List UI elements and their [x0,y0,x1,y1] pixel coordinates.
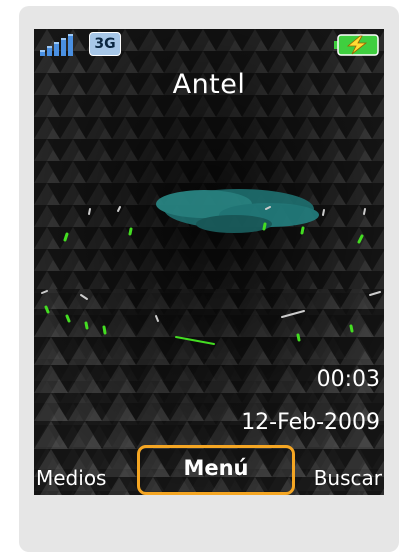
clock-date: 12-Feb-2009 [241,410,380,435]
signal-strength-icon [40,34,73,56]
softkey-center-menu[interactable]: Menú [137,445,295,495]
clock-time: 00:03 [316,367,380,392]
softkey-left-media[interactable]: Medios [36,466,106,490]
softkey-right-search[interactable]: Buscar [314,466,382,490]
network-type-badge: 3G [89,32,121,56]
status-bar: 3G [34,29,384,59]
phone-screen: 3G Antel 00:03 12-Feb-2009 Medios Menú B… [34,29,384,495]
operator-name: Antel [172,69,246,100]
battery-charging-icon [334,34,379,56]
